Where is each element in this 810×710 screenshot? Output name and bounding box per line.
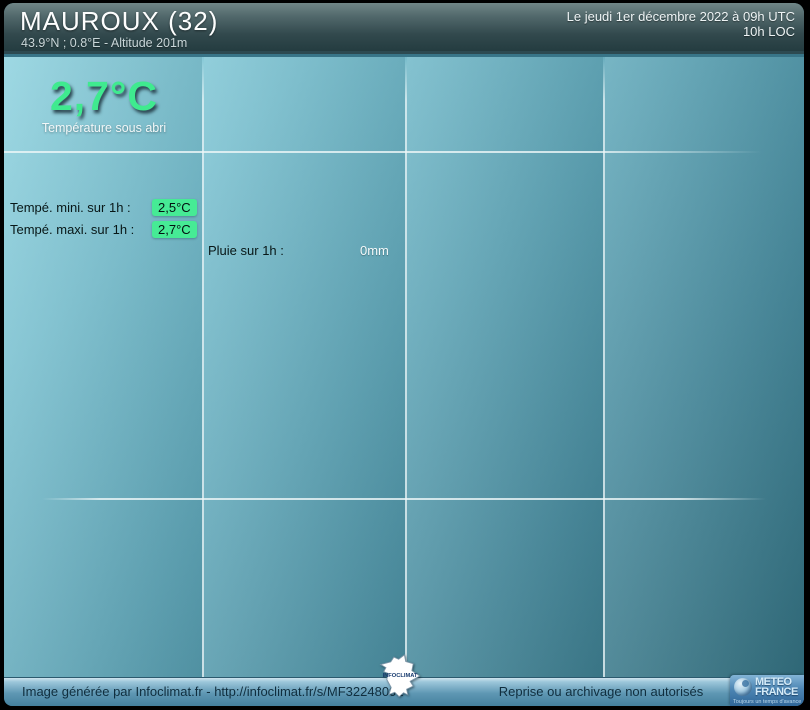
panel-column-band [605,57,804,677]
weather-observation-image: MAUROUX (32) 43.9°N ; 0.8°E - Altitude 2… [0,0,810,710]
meteo-france-line2: FRANCE [755,686,798,698]
svg-text:INFOCLIMAT: INFOCLIMAT [383,673,418,679]
temp-max-value-badge: 2,7°C [152,220,197,238]
grid-horizontal-line [42,498,766,500]
datetime-utc: Le jeudi 1er décembre 2022 à 09h UTC [566,9,795,24]
credit-text: Image générée par Infoclimat.fr - http:/… [22,684,404,699]
rain-row: Pluie sur 1h : 0mm [208,240,389,260]
infoclimat-logo: INFOCLIMAT [378,652,422,700]
grid-vertical-line [405,57,407,677]
observation-panel: 2,7°C Température sous abri Tempé. mini.… [4,57,804,677]
observation-datetime: Le jeudi 1er décembre 2022 à 09h UTC 10h… [567,9,795,39]
meteo-france-tagline: Toujours un temps d'avance [733,699,802,705]
copyright-notice: Reprise ou archivage non autorisés [498,684,704,699]
temp-min-value-badge: 2,5°C [152,198,197,216]
temperature-stats: Tempé. mini. sur 1h : 2,5°C Tempé. maxi.… [10,196,197,240]
current-temperature-block: 2,7°C Température sous abri [4,73,204,135]
meteo-france-logo: METEO FRANCE Toujours un temps d'avance [730,675,804,706]
meteo-france-wordmark: METEO FRANCE [755,677,798,698]
temp-min-row: Tempé. mini. sur 1h : 2,5°C [10,196,197,218]
station-name: MAUROUX (32) [20,6,219,36]
grid-horizontal-line [4,151,762,153]
temp-max-label: Tempé. maxi. sur 1h : [10,221,135,237]
current-temperature-label: Température sous abri [41,121,167,135]
temp-max-row: Tempé. maxi. sur 1h : 2,7°C [10,218,197,240]
rain-value: 0mm [360,242,389,258]
temp-min-label: Tempé. mini. sur 1h : [10,199,131,215]
grid-vertical-line [603,57,605,677]
datetime-local: 10h LOC [742,24,795,39]
current-temperature-value: 2,7°C [49,73,158,119]
panel-column-band [407,57,603,677]
header: MAUROUX (32) 43.9°N ; 0.8°E - Altitude 2… [4,3,804,54]
rain-label: Pluie sur 1h : [208,242,284,258]
card-frame: MAUROUX (32) 43.9°N ; 0.8°E - Altitude 2… [4,3,804,706]
france-map-icon: INFOCLIMAT [379,654,421,698]
station-coordinates: 43.9°N ; 0.8°E - Altitude 201m [21,36,188,50]
panel-column-band [204,57,405,677]
grid-vertical-line [202,57,204,677]
globe-icon [734,678,752,696]
panel-column-band [4,57,202,677]
